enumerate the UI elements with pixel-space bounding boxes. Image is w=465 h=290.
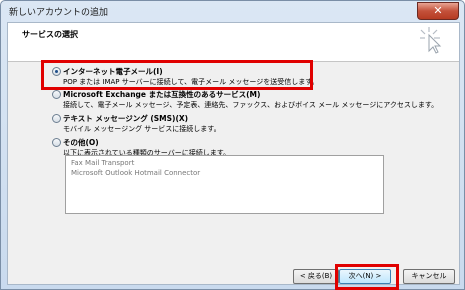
list-item[interactable]: Fax Mail Transport [71, 159, 134, 167]
radio-sms[interactable] [52, 114, 61, 123]
radio-other[interactable] [52, 138, 61, 147]
close-button[interactable]: ✕ [417, 2, 459, 20]
option-description: モバイル メッセージング サービスに接続します。 [63, 125, 221, 133]
close-icon: ✕ [433, 4, 443, 17]
option-description: 接続して、電子メール メッセージ、予定表、連絡先、ファックス、およびボイス メー… [63, 101, 439, 109]
option-label: Microsoft Exchange または互換性のあるサービス(M) [63, 90, 261, 99]
list-item[interactable]: Microsoft Outlook Hotmail Connector [71, 169, 200, 177]
cancel-button[interactable]: キャンセル [403, 269, 455, 284]
option-label: テキスト メッセージング (SMS)(X) [63, 114, 189, 123]
dialog-body: サービスの選択 インターネット電子メール(I) POP または IMAP サーバ… [7, 22, 460, 290]
back-button[interactable]: < 戻る(B) [293, 269, 339, 284]
highlight-internet-email [41, 60, 313, 90]
wizard-header: サービスの選択 [8, 23, 459, 62]
window-title: 新しいアカウントの追加 [9, 8, 109, 18]
highlight-next-button [335, 264, 399, 290]
title-bar: 新しいアカウントの追加 ✕ [1, 1, 464, 21]
wizard-cursor-icon [420, 27, 442, 54]
option-label: その他(O) [63, 138, 99, 147]
radio-exchange[interactable] [52, 90, 61, 99]
other-services-list[interactable]: Fax Mail Transport Microsoft Outlook Hot… [65, 155, 384, 214]
add-account-dialog: 新しいアカウントの追加 ✕ サービスの選択 インターネット電子メール(I) PO… [0, 0, 465, 290]
page-title: サービスの選択 [22, 30, 78, 39]
